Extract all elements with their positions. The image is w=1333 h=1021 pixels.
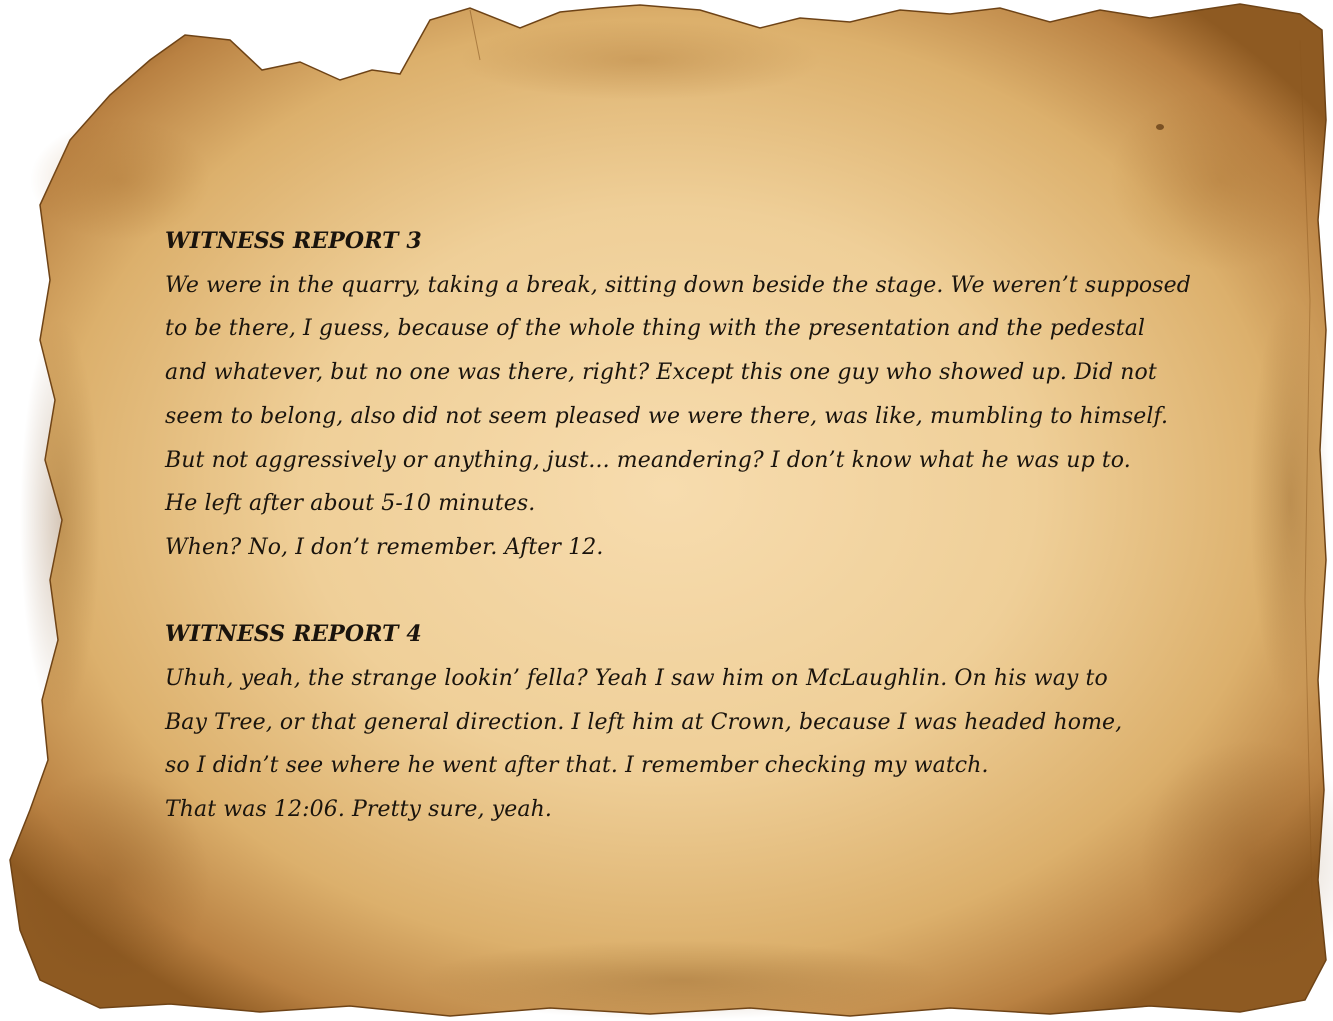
report-line: Bay Tree, or that general direction. I l…: [165, 709, 1123, 735]
document-page: WITNESS REPORT 3 We were in the quarry, …: [0, 0, 1333, 1021]
report-line: We were in the quarry, taking a break, s…: [165, 272, 1191, 298]
report-line: so I didn’t see where he went after that…: [165, 753, 989, 779]
report-line: But not aggressively or anything, just..…: [165, 447, 1131, 473]
report-line: When? No, I don’t remember. After 12.: [165, 534, 604, 560]
report-line: That was 12:06. Pretty sure, yeah.: [165, 797, 552, 823]
report-title: WITNESS REPORT 3: [165, 228, 422, 254]
witness-reports: WITNESS REPORT 3 We were in the quarry, …: [165, 220, 1275, 832]
witness-report-4: WITNESS REPORT 4 Uhuh, yeah, the strange…: [165, 613, 1275, 832]
report-line: to be there, I guess, because of the who…: [165, 316, 1146, 342]
report-line: Uhuh, yeah, the strange lookin’ fella? Y…: [165, 666, 1108, 692]
report-title: WITNESS REPORT 4: [165, 621, 422, 648]
report-line: He left after about 5-10 minutes.: [165, 491, 536, 517]
report-line: and whatever, but no one was there, righ…: [165, 360, 1157, 386]
report-line: seem to belong, also did not seem please…: [165, 403, 1169, 429]
witness-report-3: WITNESS REPORT 3 We were in the quarry, …: [165, 220, 1275, 570]
